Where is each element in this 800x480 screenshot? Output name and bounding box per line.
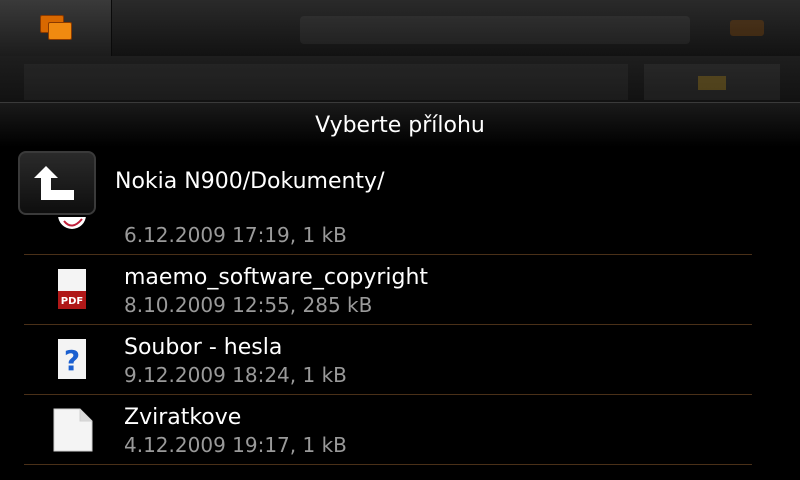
dialog-title-bar: Vyberte přílohu bbox=[0, 103, 800, 147]
file-list-item[interactable]: 6.12.2009 17:19, 1 kB bbox=[24, 217, 752, 255]
background-content bbox=[0, 56, 800, 104]
task-switcher-button[interactable] bbox=[0, 0, 112, 56]
file-list-item[interactable]: PDF maemo_software_copyright 8.10.2009 1… bbox=[24, 255, 752, 325]
file-name: Soubor - hesla bbox=[124, 335, 283, 360]
file-meta: 6.12.2009 17:19, 1 kB bbox=[124, 223, 347, 247]
folder-up-button[interactable] bbox=[18, 151, 96, 215]
svg-text:PDF: PDF bbox=[61, 296, 83, 307]
file-name: maemo_software_copyright bbox=[124, 265, 429, 290]
file-list: 6.12.2009 17:19, 1 kB PDF maemo_software… bbox=[0, 217, 800, 480]
folder-up-icon bbox=[34, 166, 74, 200]
file-name: Zviratkove bbox=[124, 405, 242, 430]
svg-text:?: ? bbox=[64, 344, 80, 377]
file-meta: 9.12.2009 18:24, 1 kB bbox=[124, 363, 347, 387]
file-list-item[interactable]: ? Soubor - hesla 9.12.2009 18:24, 1 kB bbox=[24, 325, 752, 395]
file-meta: 8.10.2009 12:55, 285 kB bbox=[124, 293, 373, 317]
background-status-indicator bbox=[730, 20, 764, 36]
dialog-title: Vyberte přílohu bbox=[315, 112, 485, 138]
unknown-file-icon: ? bbox=[50, 337, 94, 383]
text-file-icon bbox=[50, 407, 94, 453]
file-meta: 4.12.2009 19:17, 1 kB bbox=[124, 433, 347, 457]
navigation-row: Nokia N900/Dokumenty/ bbox=[0, 147, 800, 217]
current-path: Nokia N900/Dokumenty/ bbox=[115, 169, 385, 194]
task-switcher-icon bbox=[40, 15, 74, 41]
pdf-icon: PDF bbox=[50, 267, 94, 313]
attachment-picker-dialog: Vyberte přílohu Nokia N900/Dokumenty/ 6.… bbox=[0, 102, 800, 480]
file-list-item[interactable]: Zviratkove 4.12.2009 19:17, 1 kB bbox=[24, 395, 752, 465]
partially-visible-file-icon bbox=[50, 217, 94, 243]
background-window-title bbox=[300, 16, 690, 44]
